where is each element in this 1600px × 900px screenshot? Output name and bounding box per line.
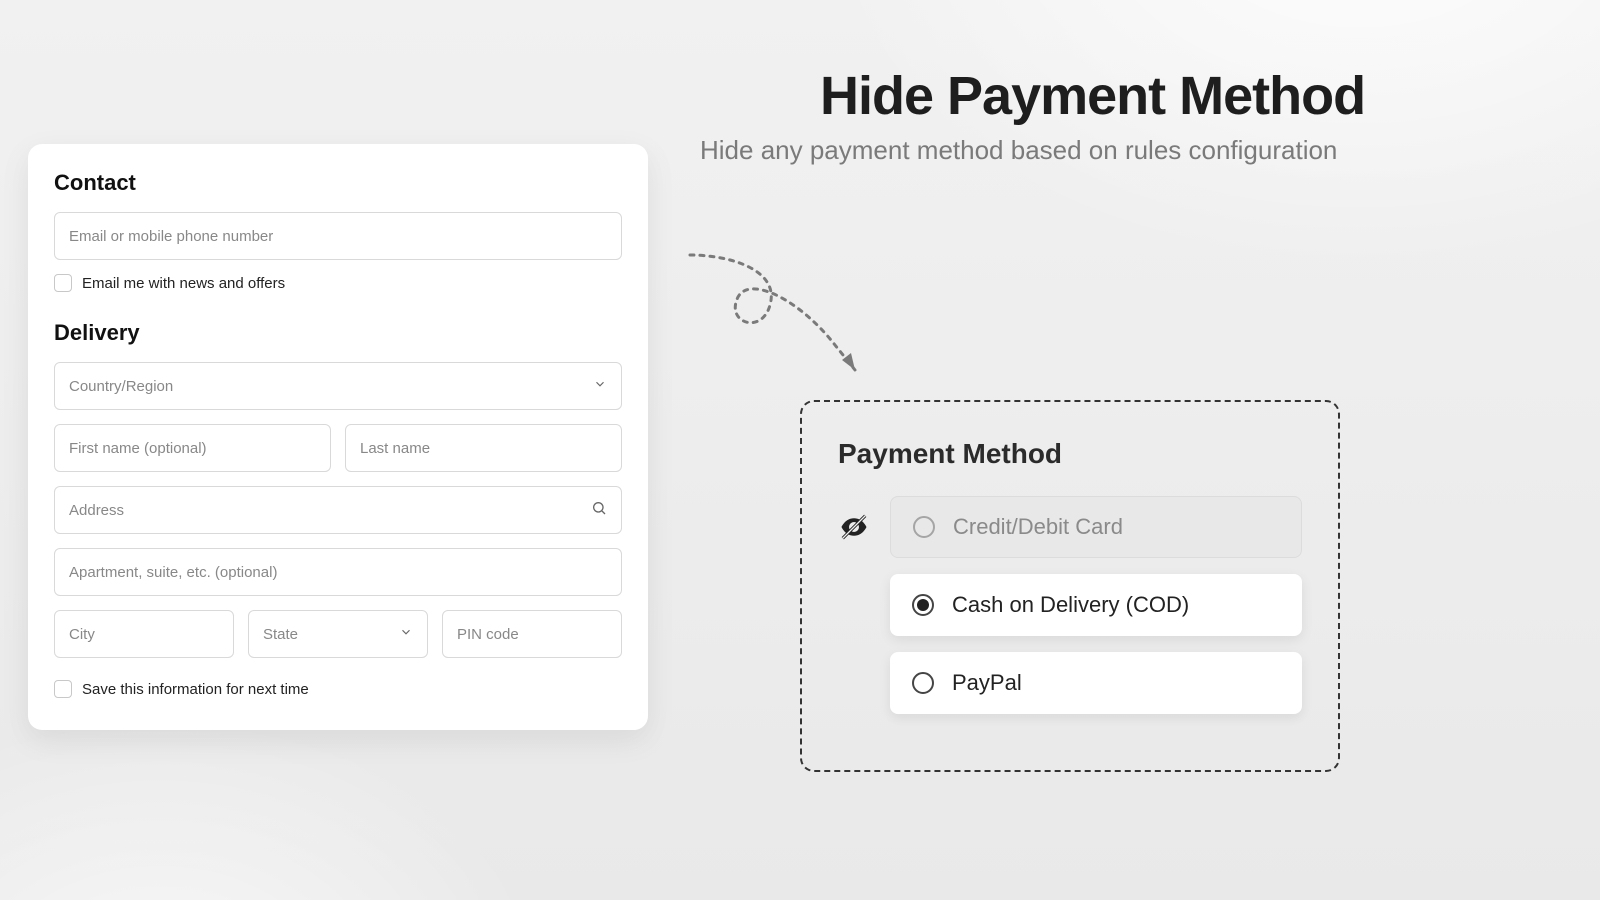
state-placeholder: State (263, 626, 298, 643)
payment-method-row-paypal: PayPal (838, 652, 1302, 714)
page-subtitle: Hide any payment method based on rules c… (700, 135, 1520, 166)
contact-section-title: Contact (54, 170, 622, 196)
lastname-placeholder: Last name (360, 440, 430, 457)
chevron-down-icon (593, 377, 607, 395)
radio-icon (913, 516, 935, 538)
country-placeholder: Country/Region (69, 378, 173, 395)
email-placeholder: Email or mobile phone number (69, 228, 273, 245)
news-offers-label: Email me with news and offers (82, 275, 285, 292)
firstname-field[interactable]: First name (optional) (54, 424, 331, 472)
lastname-field[interactable]: Last name (345, 424, 622, 472)
save-info-checkbox-row[interactable]: Save this information for next time (54, 680, 622, 698)
country-select[interactable]: Country/Region (54, 362, 622, 410)
payment-option-credit[interactable]: Credit/Debit Card (890, 496, 1302, 558)
save-info-label: Save this information for next time (82, 681, 309, 698)
payment-option-paypal[interactable]: PayPal (890, 652, 1302, 714)
payment-option-label: Cash on Delivery (COD) (952, 592, 1189, 618)
city-placeholder: City (69, 626, 95, 643)
page-title: Hide Payment Method (820, 65, 1520, 127)
payment-option-label: Credit/Debit Card (953, 514, 1123, 540)
checkout-form-card: Contact Email or mobile phone number Ema… (28, 144, 648, 730)
apartment-placeholder: Apartment, suite, etc. (optional) (69, 564, 277, 581)
apartment-field[interactable]: Apartment, suite, etc. (optional) (54, 548, 622, 596)
curved-arrow-icon (670, 245, 880, 395)
email-field[interactable]: Email or mobile phone number (54, 212, 622, 260)
firstname-placeholder: First name (optional) (69, 440, 207, 457)
payment-option-label: PayPal (952, 670, 1022, 696)
address-placeholder: Address (69, 502, 124, 519)
search-icon (591, 500, 607, 520)
payment-method-row-credit: Credit/Debit Card (838, 496, 1302, 558)
delivery-section-title: Delivery (54, 320, 622, 346)
payment-option-cod[interactable]: Cash on Delivery (COD) (890, 574, 1302, 636)
payment-method-panel: Payment Method Credit/Debit Card Cash on… (800, 400, 1340, 772)
pincode-field[interactable]: PIN code (442, 610, 622, 658)
chevron-down-icon (399, 625, 413, 643)
hidden-eye-icon (838, 512, 870, 542)
payment-method-row-cod: Cash on Delivery (COD) (838, 574, 1302, 636)
state-select[interactable]: State (248, 610, 428, 658)
radio-selected-icon (912, 594, 934, 616)
pincode-placeholder: PIN code (457, 626, 519, 643)
checkbox-icon (54, 274, 72, 292)
payment-method-title: Payment Method (838, 438, 1302, 470)
city-field[interactable]: City (54, 610, 234, 658)
address-field[interactable]: Address (54, 486, 622, 534)
checkbox-icon (54, 680, 72, 698)
radio-icon (912, 672, 934, 694)
news-offers-checkbox-row[interactable]: Email me with news and offers (54, 274, 622, 292)
